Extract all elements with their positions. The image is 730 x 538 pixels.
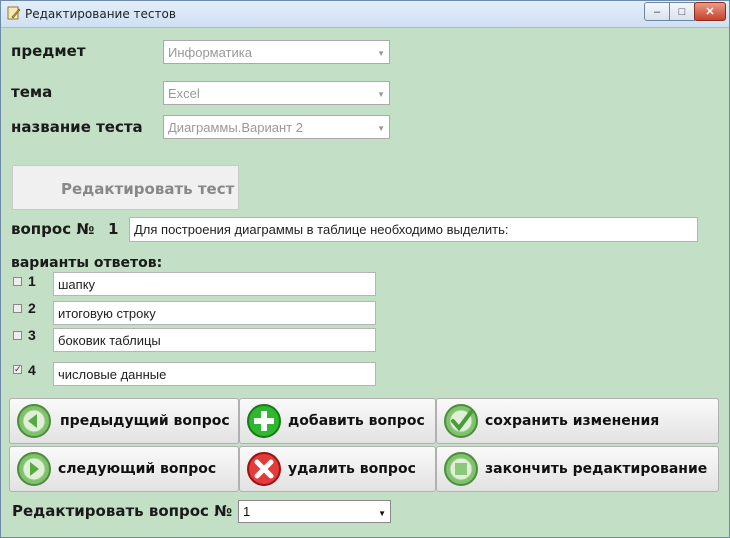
minimize-button[interactable]: – (644, 2, 670, 21)
dropdown-arrow-icon: ▼ (377, 124, 385, 133)
arrow-left-icon (17, 404, 51, 438)
x-icon (247, 452, 281, 486)
answer-4-number: 4 (28, 362, 36, 378)
window-title: Редактирование тестов (25, 7, 176, 21)
answer-3-text: боковик таблицы (58, 333, 161, 348)
arrow-right-icon (17, 452, 51, 486)
question-number-value: 1 (108, 220, 119, 238)
subject-value: Информатика (168, 45, 252, 60)
next-question-button[interactable]: следующий вопрос (9, 446, 239, 492)
edit-question-number-value: 1 (243, 504, 251, 519)
question-text: Для построения диаграммы в таблице необх… (134, 222, 509, 237)
answer-3-number: 3 (28, 327, 36, 343)
delete-question-button[interactable]: удалить вопрос (239, 446, 436, 492)
app-pencil-icon (7, 6, 21, 20)
next-question-label: следующий вопрос (58, 461, 217, 477)
save-changes-label: сохранить изменения (485, 413, 660, 429)
question-number-label: вопрос № (11, 220, 95, 238)
answer-4-field[interactable]: числовые данные (53, 362, 376, 386)
answer-2-checkbox[interactable] (13, 304, 22, 313)
add-question-label: добавить вопрос (288, 413, 425, 429)
answer-2-field[interactable]: итоговую строку (53, 301, 376, 325)
question-text-field[interactable]: Для построения диаграммы в таблице необх… (129, 217, 698, 242)
edit-question-number-label: Редактировать вопрос № (12, 502, 233, 520)
dropdown-arrow-icon: ▼ (377, 90, 385, 99)
test-value: Диаграммы.Вариант 2 (168, 120, 303, 135)
answer-1-number: 1 (28, 273, 36, 289)
checkmark-icon: ✓ (14, 364, 22, 374)
answer-4-text: числовые данные (58, 367, 167, 382)
checkmark-icon (444, 404, 478, 438)
subject-label: предмет (11, 42, 86, 60)
stop-square-icon (444, 452, 478, 486)
finish-editing-label: закончить редактирование (485, 461, 708, 477)
close-button[interactable]: ✕ (694, 2, 726, 21)
title-bar: Редактирование тестов – □ ✕ (1, 1, 729, 28)
maximize-icon: □ (678, 5, 686, 18)
answer-2-text: итоговую строку (58, 306, 156, 321)
minimize-icon: – (653, 5, 661, 18)
edit-test-button-label: Редактировать тест (61, 180, 235, 198)
dropdown-arrow-icon: ▼ (377, 49, 385, 58)
test-select[interactable]: Диаграммы.Вариант 2 ▼ (163, 115, 390, 139)
app-window: Редактирование тестов – □ ✕ предмет Инфо… (0, 0, 730, 538)
finish-editing-button[interactable]: закончить редактирование (436, 446, 719, 492)
maximize-button[interactable]: □ (669, 2, 695, 21)
answer-3-field[interactable]: боковик таблицы (53, 328, 376, 352)
answers-label: варианты ответов: (11, 255, 163, 271)
answer-1-field[interactable]: шапку (53, 272, 376, 296)
topic-value: Excel (168, 86, 200, 101)
test-name-label: название теста (11, 118, 143, 136)
previous-question-button[interactable]: предыдущий вопрос (9, 398, 239, 444)
topic-select[interactable]: Excel ▼ (163, 81, 390, 105)
answer-2-number: 2 (28, 300, 36, 316)
dropdown-arrow-icon: ▼ (378, 509, 386, 518)
edit-test-button[interactable]: Редактировать тест (12, 165, 239, 210)
topic-label: тема (11, 83, 53, 101)
save-changes-button[interactable]: сохранить изменения (436, 398, 719, 444)
close-icon: ✕ (705, 6, 715, 18)
plus-icon (247, 404, 281, 438)
answer-3-checkbox[interactable] (13, 331, 22, 340)
answer-4-checkbox[interactable]: ✓ (13, 365, 22, 374)
answer-1-text: шапку (58, 277, 96, 292)
add-question-button[interactable]: добавить вопрос (239, 398, 436, 444)
previous-question-label: предыдущий вопрос (60, 413, 230, 429)
subject-select[interactable]: Информатика ▼ (163, 40, 390, 64)
delete-question-label: удалить вопрос (288, 461, 416, 477)
answer-1-checkbox[interactable] (13, 277, 22, 286)
edit-question-number-select[interactable]: 1 ▼ (238, 500, 391, 523)
